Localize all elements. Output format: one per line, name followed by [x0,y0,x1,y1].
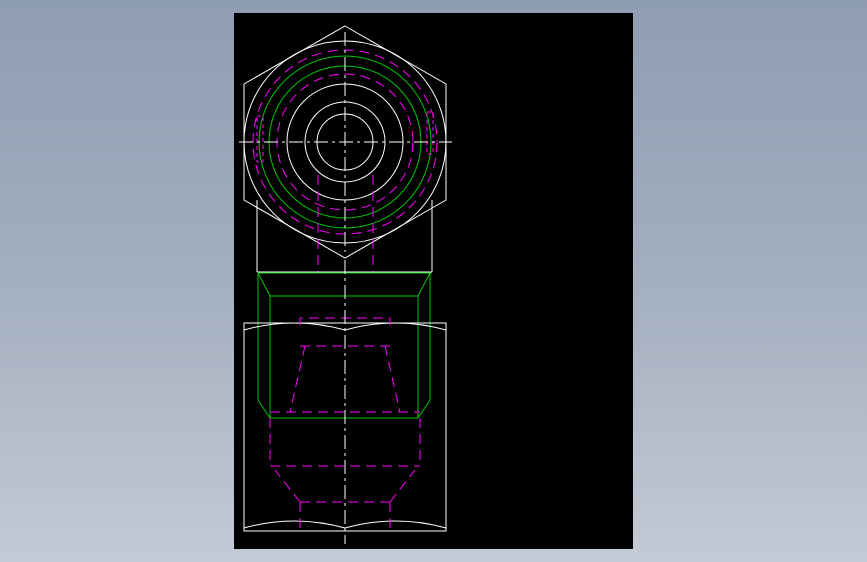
top-view [239,25,452,259]
drawing-viewport[interactable] [234,13,633,549]
thread-chamfer [257,272,431,297]
front-view [243,260,447,544]
thread-body [269,295,419,419]
hidden-internal-profile [269,317,421,531]
drawing-canvas [239,25,452,544]
cad-viewer: { "viewer": { "background": "#000000", "… [0,0,867,562]
center-lines-top [239,32,452,252]
